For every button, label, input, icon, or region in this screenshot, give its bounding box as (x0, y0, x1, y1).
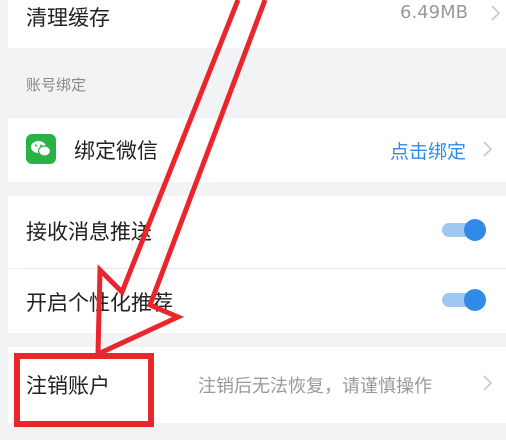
bind-wechat-label: 绑定微信 (74, 139, 158, 163)
clear-cache-row[interactable]: 清理缓存 6.49MB (8, 0, 506, 48)
account-binding-section-title: 账号绑定 (26, 76, 87, 94)
toggle-knob (464, 289, 486, 311)
personalized-label: 开启个性化推荐 (26, 291, 173, 315)
personalized-toggle[interactable] (442, 289, 486, 311)
settings-page: 清理缓存 6.49MB 账号绑定 绑定微信 点击绑定 接收消息推送 开启个性化推… (0, 0, 506, 440)
chevron-right-icon (483, 141, 493, 157)
receive-push-toggle[interactable] (442, 219, 486, 241)
toggle-knob (464, 219, 486, 241)
cache-size: 6.49MB (400, 2, 468, 23)
delete-account-label: 注销账户 (26, 374, 110, 398)
chevron-right-icon (483, 375, 493, 391)
receive-push-label: 接收消息推送 (26, 220, 152, 244)
clear-cache-label: 清理缓存 (26, 6, 110, 30)
delete-account-hint: 注销后无法恢复，请谨慎操作 (198, 376, 432, 397)
bind-wechat-action[interactable]: 点击绑定 (390, 137, 466, 164)
chevron-right-icon (491, 5, 501, 21)
wechat-icon (26, 134, 56, 164)
